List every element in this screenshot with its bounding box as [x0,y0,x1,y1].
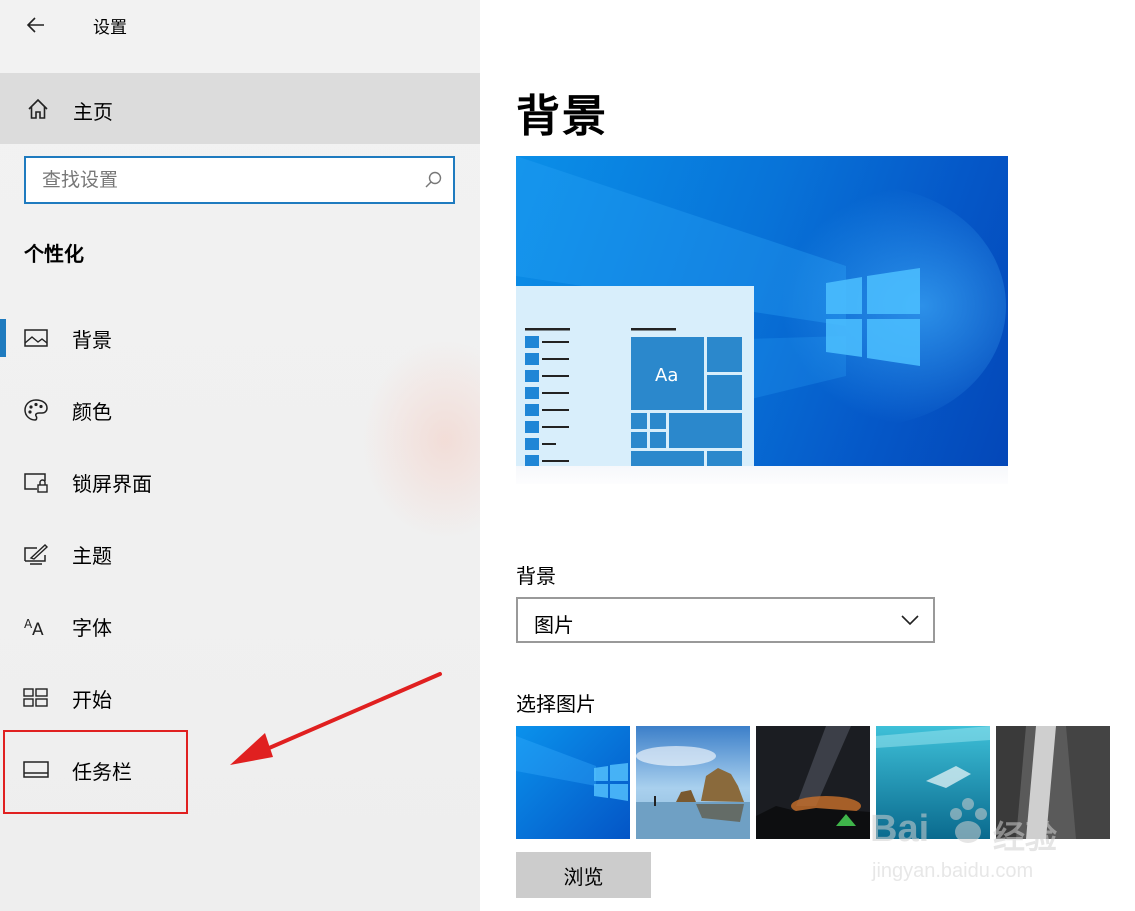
annotation-arrow-icon [230,672,442,765]
search-input[interactable] [26,158,422,202]
sidebar-item-label: 字体 [72,616,112,640]
preview-tile-text: Aa [655,365,679,386]
sidebar-item-colors[interactable]: 颜色 [0,382,480,438]
start-tiles-icon [23,688,48,707]
background-type-dropdown[interactable]: 图片 [516,597,935,643]
sidebar-item-label: 锁屏界面 [72,472,152,496]
watermark-brand-suffix: 经验 [993,818,1058,856]
background-preview: Aa [516,156,1008,466]
thumbnail-beach-rocks[interactable] [636,726,750,839]
home-label: 主页 [73,100,113,124]
preview-start-menu: Aa [516,286,754,466]
home-icon [28,98,48,119]
baidu-jingyan-watermark: Bai 经验 jingyan.baidu.com [868,790,1118,890]
thumbnail-windows-blue[interactable] [516,726,630,839]
selected-indicator [0,319,6,357]
background-field-label: 背景 [516,564,556,588]
sidebar-item-label: 主题 [72,544,112,568]
sidebar-item-lock-screen[interactable]: 锁屏界面 [0,454,480,510]
font-icon: A A [24,617,44,638]
thumbnail-night-sky[interactable] [756,726,870,839]
watermark-brand: Bai [870,808,930,850]
sidebar-item-label: 开始 [72,688,112,712]
app-title: 设置 [93,18,127,38]
preview-taskbar-strip [516,466,1008,484]
sidebar-item-label: 颜色 [72,400,112,424]
browse-button[interactable]: 浏览 [516,852,651,898]
palette-icon [24,399,48,421]
sidebar-item-home[interactable]: 主页 [0,73,480,144]
annotation-highlight-box [3,730,188,814]
title-bar: 设置 [0,0,480,50]
sidebar-item-themes[interactable]: 主题 [0,526,480,582]
page-title: 背景 [516,91,608,142]
lock-screen-icon [24,473,48,493]
sidebar-item-fonts[interactable]: A A 字体 [0,598,480,654]
sidebar: 设置 主页 个性化 背景 颜色 [0,0,480,911]
search-box[interactable] [24,156,455,204]
sidebar-item-label: 背景 [72,328,112,352]
svg-text:A: A [32,620,44,638]
main-panel: 背景 Aa 背景 图片 选择图片 浏览 [480,0,1135,911]
picture-icon [24,329,48,347]
theme-brush-icon [24,544,49,565]
sidebar-item-background[interactable]: 背景 [0,310,480,366]
watermark-url: jingyan.baidu.com [872,860,1034,882]
search-icon[interactable] [423,170,443,190]
dropdown-value: 图片 [534,613,574,637]
paw-logo-icon [950,798,987,843]
background-glow [360,340,480,540]
chevron-down-icon [901,615,919,626]
section-title: 个性化 [24,242,84,266]
choose-picture-label: 选择图片 [516,692,596,716]
back-arrow-icon[interactable] [22,11,50,39]
